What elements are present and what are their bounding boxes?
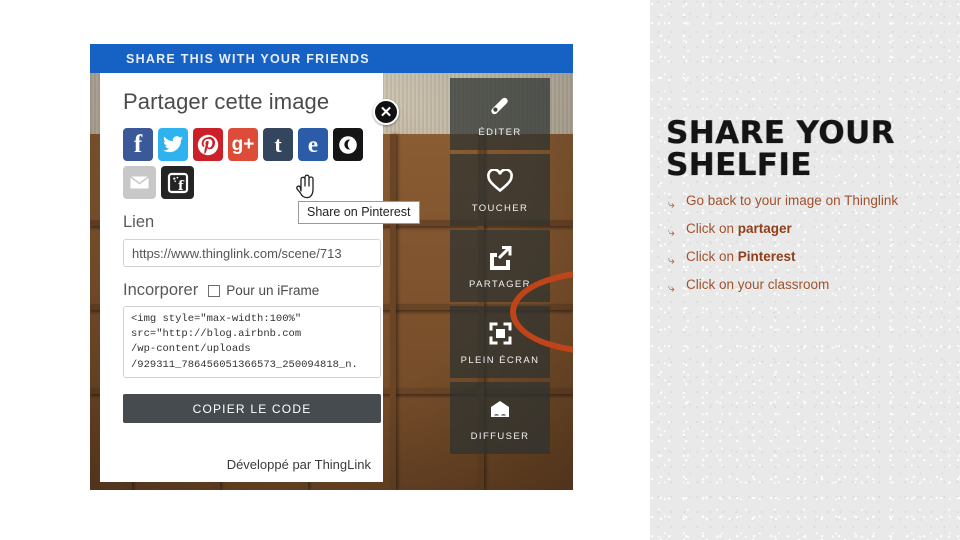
list-item-label: Click on Pinterest bbox=[686, 249, 796, 264]
dialog-titlebar-label: SHARE THIS WITH YOUR FRIENDS bbox=[126, 51, 370, 66]
close-icon[interactable]: ✕ bbox=[373, 99, 399, 125]
share-dialog: SHARE THIS WITH YOUR FRIENDS Partager ce… bbox=[90, 44, 573, 482]
slide-canvas: SHARE YOUR SHELFIE ⤷ Go back to your ima… bbox=[0, 0, 960, 540]
list-item: ⤷ Go back to your image on Thinglink bbox=[668, 193, 936, 210]
dialog-titlebar: SHARE THIS WITH YOUR FRIENDS bbox=[90, 44, 573, 73]
list-item: ⤷ Click on Pinterest bbox=[668, 249, 936, 266]
google-plus-icon[interactable]: g+ bbox=[228, 128, 258, 161]
dark-facebook-icon[interactable]: f bbox=[161, 166, 194, 199]
iframe-checkbox[interactable] bbox=[208, 284, 221, 297]
iframe-checkbox-label: Pour un iFrame bbox=[226, 283, 320, 298]
social-icon-row-primary: f g+ t e bbox=[123, 128, 363, 161]
list-item-label: Go back to your image on Thinglink bbox=[686, 193, 899, 208]
dialog-body: Partager cette image f g+ t e f Lien htt… bbox=[100, 73, 383, 482]
copy-code-button[interactable]: COPIER LE CODE bbox=[123, 394, 381, 423]
social-icon-row-secondary: f bbox=[123, 166, 363, 199]
tumblr-icon[interactable]: t bbox=[263, 128, 293, 161]
email-icon[interactable] bbox=[123, 166, 156, 199]
pinterest-tooltip: Share on Pinterest bbox=[298, 201, 420, 224]
arrow-bullet-icon: ⤷ bbox=[668, 197, 675, 211]
list-item: ⤷ Click on partager bbox=[668, 221, 936, 238]
powered-by-label: Développé par ThingLink bbox=[226, 457, 371, 472]
list-item-label: Click on your classroom bbox=[686, 277, 830, 292]
pinterest-icon[interactable] bbox=[193, 128, 223, 161]
embed-header: Incorporer Pour un iFrame bbox=[123, 281, 363, 300]
arrow-bullet-icon: ⤷ bbox=[668, 225, 675, 239]
edmodo-icon[interactable]: e bbox=[298, 128, 328, 161]
embed-code-textarea[interactable]: <img style="max-width:100%" src="http://… bbox=[123, 306, 381, 378]
iframe-checkbox-row[interactable]: Pour un iFrame bbox=[208, 283, 319, 298]
page-title: SHARE YOUR SHELFIE bbox=[666, 115, 895, 183]
moon-icon[interactable] bbox=[333, 128, 363, 161]
share-link-input[interactable] bbox=[123, 239, 381, 267]
twitter-icon[interactable] bbox=[158, 128, 188, 161]
instruction-list: ⤷ Go back to your image on Thinglink ⤷ C… bbox=[668, 193, 936, 305]
list-item-label: Click on partager bbox=[686, 221, 792, 236]
arrow-bullet-icon: ⤷ bbox=[668, 281, 675, 295]
list-item: ⤷ Click on your classroom bbox=[668, 277, 936, 294]
embed-field-label: Incorporer bbox=[123, 281, 199, 299]
arrow-bullet-icon: ⤷ bbox=[668, 253, 675, 267]
instructions-panel: SHARE YOUR SHELFIE ⤷ Go back to your ima… bbox=[650, 0, 960, 540]
dialog-heading: Partager cette image bbox=[123, 89, 330, 114]
facebook-icon[interactable]: f bbox=[123, 128, 153, 161]
